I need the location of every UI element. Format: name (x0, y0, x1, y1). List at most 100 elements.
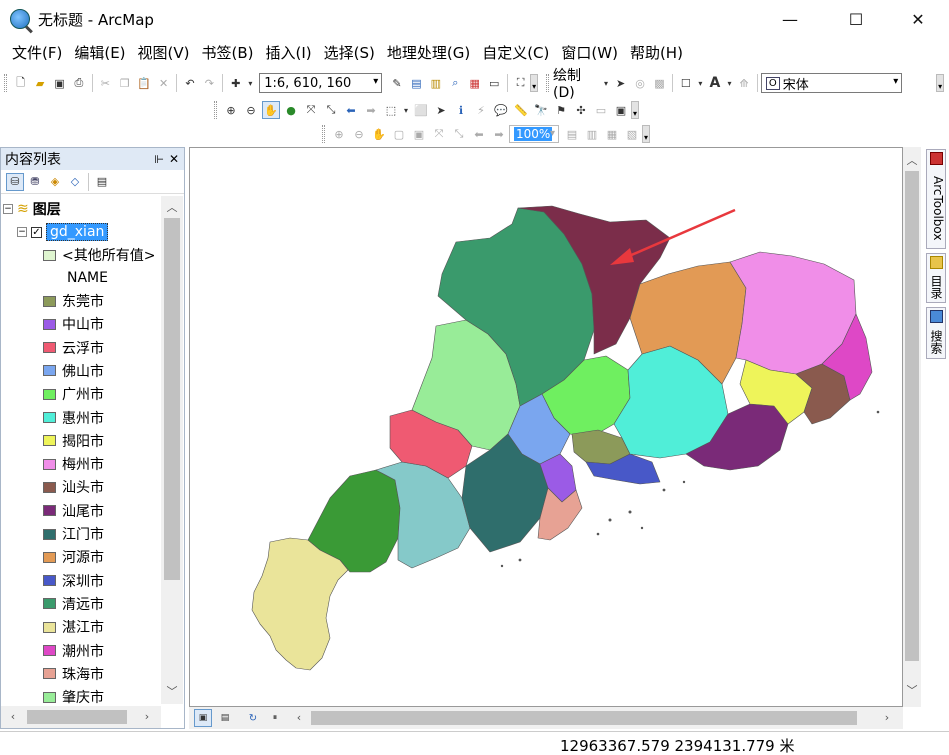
scroll-left-icon[interactable]: ‹ (5, 709, 21, 725)
map-display[interactable] (189, 147, 903, 707)
legend-class-row[interactable]: 汕头市 (43, 476, 104, 498)
clear-selection-icon[interactable]: ⬜ (412, 101, 430, 119)
font-combo[interactable]: O 宋体 ▾ (760, 73, 903, 93)
layer-name[interactable]: gd_xian (46, 223, 109, 241)
select-features-dropdown-icon[interactable]: ▾ (402, 101, 410, 119)
scroll-up-icon[interactable]: ︿ (904, 153, 920, 169)
undo-icon[interactable]: ↶ (181, 74, 198, 92)
delete-icon[interactable]: ✕ (155, 74, 172, 92)
zoom-100-icon[interactable]: ▣ (410, 125, 428, 143)
hyperlink-icon[interactable]: ⚡ (472, 101, 490, 119)
chevron-down-icon[interactable]: ▾ (893, 76, 898, 87)
menu-view[interactable]: 视图(V) (132, 40, 196, 66)
toolbar-overflow-icon[interactable]: ▾ (642, 125, 650, 143)
list-by-visibility-icon[interactable]: ◈ (46, 173, 64, 191)
catalog-tab[interactable]: 目录 (926, 253, 946, 303)
scroll-right-icon[interactable]: › (139, 709, 155, 725)
legend-class-row[interactable]: 广州市 (43, 383, 104, 405)
search-tab[interactable]: 搜索 (926, 307, 946, 359)
open-folder-icon[interactable]: ▰ (31, 74, 48, 92)
layout-back-icon[interactable]: ⬅ (470, 125, 488, 143)
back-arrow-icon[interactable]: ⬅ (342, 101, 360, 119)
legend-other-values[interactable]: <其他所有值> (43, 244, 155, 266)
legend-class-row[interactable]: 清远市 (43, 593, 104, 615)
toolbar-grip[interactable] (546, 74, 550, 92)
new-document-icon[interactable]: 🗋 (12, 74, 29, 92)
guangdong-county-map[interactable] (190, 148, 903, 707)
scroll-thumb[interactable] (311, 711, 857, 725)
create-viewer-window-icon[interactable]: ▣ (612, 101, 630, 119)
forward-arrow-icon[interactable]: ➡ (362, 101, 380, 119)
toolbar-grip[interactable] (214, 101, 217, 119)
go-to-xy-icon[interactable]: ✣ (572, 101, 590, 119)
select-elements-icon[interactable]: ➤ (432, 101, 450, 119)
toolbar-overflow-icon[interactable]: ▾ (936, 74, 945, 92)
legend-class-row[interactable]: 肇庆市 (43, 686, 104, 704)
scroll-right-icon[interactable]: › (879, 710, 895, 726)
scroll-thumb[interactable] (27, 710, 127, 724)
layout-zoom-out-icon[interactable]: ⊖ (350, 125, 368, 143)
add-data-dropdown-icon[interactable]: ▾ (247, 74, 255, 92)
table-of-contents-icon[interactable]: ▤ (408, 74, 425, 92)
scroll-thumb[interactable] (164, 218, 180, 580)
catalog-window-icon[interactable]: ▥ (427, 74, 444, 92)
toc-options-icon[interactable]: ▤ (93, 173, 111, 191)
legend-class-row[interactable]: 梅州市 (43, 453, 104, 475)
legend-class-row[interactable]: 佛山市 (43, 360, 104, 382)
zoom-in-icon[interactable]: ⊕ (222, 101, 240, 119)
list-by-source-icon[interactable]: ⛃ (26, 173, 44, 191)
cut-icon[interactable]: ✂ (97, 74, 114, 92)
fixed-zoom-out-icon[interactable]: ⤡ (322, 101, 340, 119)
draw-dropdown-icon[interactable]: ▾ (602, 74, 610, 92)
menu-geoprocessing[interactable]: 地理处理(G) (381, 40, 476, 66)
layer-row-gd-xian[interactable]: − ✓ gd_xian (17, 221, 109, 243)
legend-class-row[interactable]: 东莞市 (43, 290, 104, 312)
data-view-icon[interactable]: ▣ (194, 709, 212, 727)
layout-view-icon[interactable]: ▤ (216, 709, 234, 727)
legend-class-row[interactable]: 深圳市 (43, 570, 104, 592)
change-layout-icon[interactable]: ▦ (603, 125, 621, 143)
text-tool-icon[interactable]: A (706, 74, 723, 92)
chevron-down-icon[interactable]: ▾ (373, 76, 378, 87)
find-binoculars-icon[interactable]: 🔭 (532, 101, 550, 119)
list-by-drawing-order-icon[interactable]: ⛁ (6, 172, 24, 191)
find-route-icon[interactable]: ⚑ (552, 101, 570, 119)
list-by-selection-icon[interactable]: ◇ (66, 173, 84, 191)
pause-drawing-icon[interactable]: ⏸ (266, 709, 284, 727)
add-data-icon[interactable]: ✚ (227, 74, 244, 92)
select-features-icon[interactable]: ⬚ (382, 101, 400, 119)
layer-visibility-checkbox[interactable]: ✓ (31, 226, 42, 238)
save-icon[interactable]: ▣ (51, 74, 68, 92)
toolbar-grip[interactable] (322, 125, 325, 143)
zoom-out-icon[interactable]: ⊖ (242, 101, 260, 119)
scroll-left-icon[interactable]: ‹ (291, 710, 307, 726)
focus-data-frame-icon[interactable]: ▥ (583, 125, 601, 143)
toggle-draft-mode-icon[interactable]: ▤ (563, 125, 581, 143)
menu-selection[interactable]: 选择(S) (318, 40, 381, 66)
map-vertical-scrollbar[interactable]: ︿ ﹀ (903, 147, 921, 707)
rectangle-icon[interactable]: ☐ (677, 74, 694, 92)
scroll-down-icon[interactable]: ﹀ (164, 684, 180, 700)
scroll-thumb[interactable] (905, 171, 919, 661)
copy-icon[interactable]: ❐ (116, 74, 133, 92)
menu-help[interactable]: 帮助(H) (624, 40, 689, 66)
legend-class-row[interactable]: 汕尾市 (43, 500, 104, 522)
legend-class-row[interactable]: 揭阳市 (43, 430, 104, 452)
search-window-icon[interactable]: ⌕ (447, 74, 464, 92)
draw-menu-button[interactable]: 绘制(D) (553, 65, 601, 101)
paste-icon[interactable]: 📋 (135, 74, 152, 92)
layout-fixed-zoom-out-icon[interactable]: ⤡ (450, 125, 468, 143)
modelbuilder-icon[interactable]: ⛶ (512, 74, 529, 92)
identify-icon[interactable]: ℹ (452, 101, 470, 119)
html-popup-icon[interactable]: 💬 (492, 101, 510, 119)
refresh-icon[interactable]: ↻ (244, 709, 262, 727)
time-slider-icon[interactable]: ▭ (592, 101, 610, 119)
menu-edit[interactable]: 编辑(E) (68, 40, 131, 66)
maximize-button[interactable]: ☐ (833, 0, 879, 38)
layout-zoom-in-icon[interactable]: ⊕ (330, 125, 348, 143)
select-elements-icon[interactable]: ➤ (612, 74, 629, 92)
text-dropdown-icon[interactable]: ▾ (726, 74, 734, 92)
menu-windows[interactable]: 窗口(W) (555, 40, 624, 66)
menu-file[interactable]: 文件(F) (6, 40, 68, 66)
map-scale-combo[interactable]: 1:6, 610, 160 ▾ (259, 73, 383, 93)
